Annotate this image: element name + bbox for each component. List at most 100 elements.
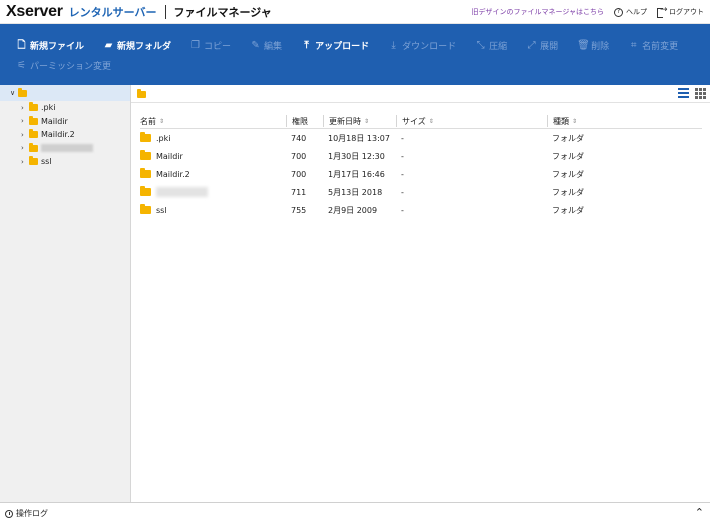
folder-icon: [137, 89, 146, 98]
folder-icon: [29, 129, 38, 139]
edit-icon: ✎: [251, 39, 260, 51]
tree-item[interactable]: › .pki: [0, 101, 130, 115]
tree-item[interactable]: › ssl: [0, 155, 130, 169]
column-header-name[interactable]: 名前 ⇕: [140, 115, 164, 127]
new-folder-button[interactable]: ▰ 新規フォルダ: [103, 39, 171, 52]
new-file-button[interactable]: 🗋 新規ファイル: [16, 39, 84, 52]
table-row[interactable]: Maildir.2 700 1月17日 16:46 - フォルダ: [140, 165, 702, 183]
upload-label: アップロード: [315, 41, 370, 52]
permission-icon: ⚟: [17, 59, 26, 71]
folder-icon: [140, 132, 151, 142]
tree-item-label: ssl: [41, 157, 52, 167]
table-row[interactable]: 711 5月13日 2018 - フォルダ: [140, 183, 702, 201]
cell-type: フォルダ: [552, 151, 584, 161]
rename-label: 名前変更: [642, 41, 679, 52]
table-row[interactable]: .pki 740 10月18日 13:07 - フォルダ: [140, 129, 702, 147]
sort-icon: ⇕: [572, 117, 578, 125]
tree-item[interactable]: ›: [0, 142, 130, 156]
new-file-label: 新規ファイル: [30, 41, 85, 52]
path-bar: [131, 85, 710, 103]
folder-icon: [29, 142, 38, 152]
column-header-date[interactable]: 更新日時 ⇕: [323, 115, 369, 127]
cell-size: -: [401, 205, 404, 215]
tree-item[interactable]: › Maildir.2: [0, 128, 130, 142]
extract-button[interactable]: ⤢ 展開: [526, 39, 559, 52]
brand-divider: [164, 5, 166, 19]
column-header-size[interactable]: サイズ ⇕: [396, 115, 434, 127]
folder-icon: [18, 87, 27, 97]
file-manager-app: Xserver レンタルサーバー ファイルマネージャ 旧デザインのファイルマネー…: [0, 0, 710, 523]
cell-type: フォルダ: [552, 187, 584, 197]
sort-icon: ⇕: [428, 117, 434, 125]
operation-log-bar[interactable]: 操作ログ ⌃: [0, 502, 710, 523]
cell-date: 1月30日 12:30: [328, 151, 385, 161]
cell-type: フォルダ: [552, 133, 584, 143]
column-label: 種類: [553, 116, 569, 126]
file-name: ssl: [156, 205, 167, 215]
list-view-icon[interactable]: [678, 88, 689, 98]
sort-icon: ⇕: [364, 117, 370, 125]
logout-icon: [657, 5, 668, 18]
column-label: 更新日時: [329, 116, 361, 126]
copy-button[interactable]: ❐ コピー: [190, 39, 231, 52]
folder-icon: [29, 156, 38, 166]
cell-size: -: [401, 151, 404, 161]
column-header-permission[interactable]: 権限: [286, 115, 308, 127]
table-header: 名前 ⇕ 権限 更新日時 ⇕ サイズ ⇕ 種類 ⇕: [140, 113, 702, 129]
new-file-icon: 🗋: [17, 39, 26, 51]
chevron-up-icon[interactable]: ⌃: [695, 506, 704, 519]
permission-button[interactable]: ⚟ パーミッション変更: [16, 59, 111, 72]
rename-icon: ⌗: [630, 39, 637, 51]
cell-name: Maildir: [140, 150, 183, 162]
cell-permission: 700: [291, 151, 307, 161]
cell-size: -: [401, 133, 404, 143]
help-icon: ?: [614, 7, 623, 17]
compress-button[interactable]: ⤡ 圧縮: [475, 39, 508, 52]
column-header-type[interactable]: 種類 ⇕: [547, 115, 577, 127]
table-row[interactable]: Maildir 700 1月30日 12:30 - フォルダ: [140, 147, 702, 165]
chevron-right-icon[interactable]: ›: [21, 117, 29, 125]
help-button[interactable]: ? ヘルプ: [614, 7, 647, 17]
chevron-right-icon[interactable]: ›: [21, 131, 29, 139]
old-design-link[interactable]: 旧デザインのファイルマネージャはこちら: [471, 7, 604, 17]
cell-type: フォルダ: [552, 205, 584, 215]
file-list-pane: 名前 ⇕ 権限 更新日時 ⇕ サイズ ⇕ 種類 ⇕ .pki 740 10月18…: [131, 85, 710, 502]
toolbar-row-2: ⚟ パーミッション変更: [16, 58, 130, 72]
top-header: Xserver レンタルサーバー ファイルマネージャ 旧デザインのファイルマネー…: [0, 0, 710, 24]
operation-log-label: 操作ログ: [16, 509, 48, 518]
cell-size: -: [401, 169, 404, 179]
new-folder-label: 新規フォルダ: [117, 41, 172, 52]
operation-log-toggle[interactable]: 操作ログ: [5, 508, 48, 519]
chevron-right-icon[interactable]: ›: [21, 158, 29, 166]
download-button[interactable]: ⤓ ダウンロード: [388, 39, 456, 52]
cell-type: フォルダ: [552, 169, 584, 179]
chevron-right-icon[interactable]: ›: [21, 144, 29, 152]
folder-icon: [29, 115, 38, 125]
copy-label: コピー: [204, 41, 232, 52]
tree-item-label: Maildir: [41, 116, 68, 126]
permission-label: パーミッション変更: [30, 61, 112, 72]
chevron-right-icon[interactable]: ›: [21, 104, 29, 112]
upload-button[interactable]: ⤒ アップロード: [301, 39, 369, 52]
toolbar-row-1: 🗋 新規ファイル ▰ 新規フォルダ ❐ コピー ✎ 編集 ⤒ アップロード ⤓ …: [16, 38, 678, 52]
upload-icon: ⤒: [304, 39, 309, 51]
logout-button[interactable]: ログアウト: [657, 5, 704, 18]
table-row[interactable]: ssl 755 2月9日 2009 - フォルダ: [140, 201, 702, 219]
grid-view-icon[interactable]: [695, 88, 706, 99]
file-name: .pki: [156, 133, 171, 143]
file-name: Maildir.2: [156, 169, 190, 179]
cell-date: 5月13日 2018: [328, 187, 383, 197]
cell-date: 2月9日 2009: [328, 205, 378, 215]
chevron-down-icon[interactable]: ∨: [10, 89, 18, 97]
cell-permission: 755: [291, 205, 307, 215]
tree-root[interactable]: ∨: [0, 85, 130, 101]
edit-button[interactable]: ✎ 編集: [250, 39, 282, 52]
rename-button[interactable]: ⌗ 名前変更: [628, 39, 678, 52]
cell-name: ssl: [140, 204, 167, 216]
view-toggle: [678, 88, 706, 99]
redacted-name: [156, 187, 208, 197]
app-title: ファイルマネージャ: [173, 6, 272, 19]
toolbar: 🗋 新規ファイル ▰ 新規フォルダ ❐ コピー ✎ 編集 ⤒ アップロード ⤓ …: [0, 24, 710, 85]
tree-item[interactable]: › Maildir: [0, 115, 130, 129]
delete-button[interactable]: 🗑 削除: [577, 39, 609, 52]
